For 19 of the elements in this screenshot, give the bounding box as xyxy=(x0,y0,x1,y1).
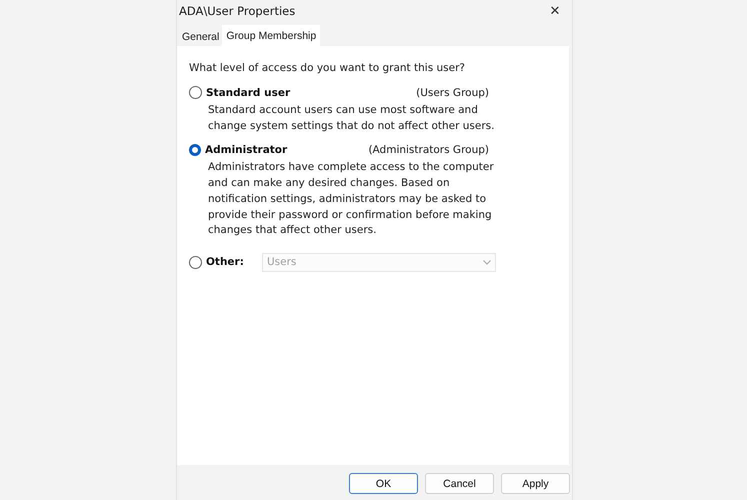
dialog-button[interactable]: OK xyxy=(349,473,418,494)
close-button[interactable]: ✕ xyxy=(542,1,568,21)
group-label: (Administrators Group) xyxy=(368,144,489,156)
radio-button[interactable] xyxy=(189,256,202,269)
radio-button[interactable] xyxy=(189,86,202,99)
tab[interactable]: General xyxy=(179,28,222,46)
group-label: (Users Group) xyxy=(416,86,489,98)
dialog-button[interactable]: Cancel xyxy=(425,473,494,494)
option-label: Administrator xyxy=(205,144,288,156)
question-text: What level of access do you want to grant this user? xyxy=(189,62,466,74)
dialog-button[interactable]: Apply xyxy=(501,473,570,494)
radio-button[interactable] xyxy=(189,144,201,156)
option-label: Standard user xyxy=(206,86,290,98)
option-label: Other: xyxy=(206,256,244,268)
option-description: Administrators have complete access to the computer and can make any desired changes. Based on notification settings, administrators may be asked to provide their password or confirmation before making changes that affect other users. xyxy=(208,160,495,238)
window-title: ADA\User Properties xyxy=(179,4,296,18)
chevron-down-icon xyxy=(483,260,491,265)
tab[interactable]: Group Membership xyxy=(222,25,320,46)
option-description: Standard account users can use most software and change system settings that do not affect other users. xyxy=(208,103,496,134)
